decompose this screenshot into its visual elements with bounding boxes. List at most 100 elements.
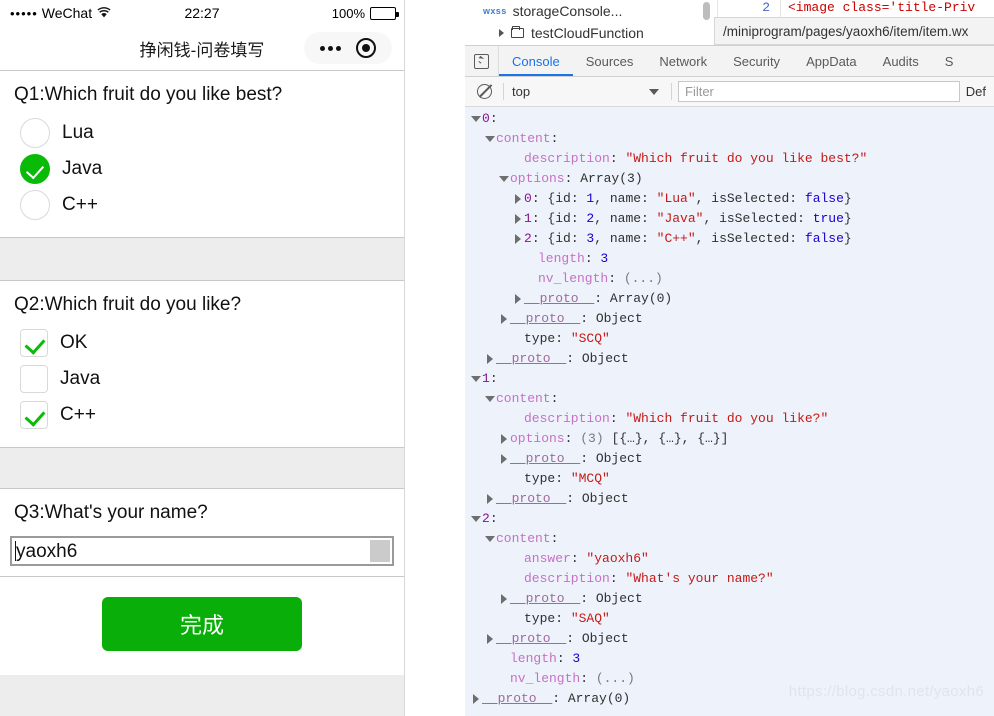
tab-network[interactable]: Network	[646, 46, 720, 76]
console-line[interactable]: type: "MCQ"	[465, 469, 994, 489]
option-row[interactable]: Lua	[20, 115, 404, 151]
answer-input-wrap: yaoxh6	[0, 532, 404, 567]
execution-context-select[interactable]: top	[510, 81, 665, 102]
tab-console[interactable]: Console	[499, 46, 573, 76]
disclosure-triangle-right-icon[interactable]	[485, 489, 496, 509]
checkbox-checked-icon[interactable]	[20, 328, 48, 357]
checkbox-checked-icon[interactable]	[20, 400, 48, 429]
tab-audits[interactable]: Audits	[870, 46, 932, 76]
console-line[interactable]: content:	[465, 529, 994, 549]
filter-input[interactable]	[678, 81, 960, 102]
console-line[interactable]: __proto__: Array(0)	[465, 689, 994, 709]
console-line[interactable]: type: "SCQ"	[465, 329, 994, 349]
console-line[interactable]: nv_length: (...)	[465, 269, 994, 289]
option-row[interactable]: Java	[20, 361, 404, 397]
target-circle-icon[interactable]	[355, 38, 376, 58]
tab-sources[interactable]: Sources	[573, 46, 647, 76]
checkbox-unchecked-icon[interactable]	[20, 364, 48, 393]
disclosure-triangle-right-icon[interactable]	[485, 629, 496, 649]
clear-console-button[interactable]	[471, 84, 497, 99]
disclosure-triangle-right-icon[interactable]	[513, 209, 524, 229]
disclosure-triangle-down-icon[interactable]	[499, 169, 510, 189]
console-line[interactable]: __proto__: Object	[465, 309, 994, 329]
console-line[interactable]: 0:	[465, 109, 994, 129]
disclosure-triangle-down-icon[interactable]	[471, 369, 482, 389]
answer-input[interactable]: yaoxh6	[10, 536, 394, 567]
disclosure-triangle-right-icon[interactable]	[513, 229, 524, 249]
option-row[interactable]: Java	[20, 151, 404, 187]
console-line[interactable]: description: "Which fruit do you like?"	[465, 409, 994, 429]
console-line[interactable]: options: Array(3)	[465, 169, 994, 189]
input-scroll-thumb[interactable]	[370, 540, 390, 563]
console-line[interactable]: nv_length: (...)	[465, 669, 994, 689]
console-line[interactable]: 2:	[465, 509, 994, 529]
disclosure-triangle-right-icon[interactable]	[513, 289, 524, 309]
console-line[interactable]: options: (3) [{…}, {…}, {…}]	[465, 429, 994, 449]
radio-unchecked-icon[interactable]	[20, 189, 50, 220]
console-line[interactable]: content:	[465, 389, 994, 409]
console-token: false	[804, 191, 844, 206]
console-output[interactable]: 0: content: description: "Which fruit do y…	[465, 107, 994, 716]
disclosure-triangle-right-icon[interactable]	[485, 349, 496, 369]
console-line[interactable]: length: 3	[465, 249, 994, 269]
console-line[interactable]: description: "What's your name?"	[465, 569, 994, 589]
tab-appdata[interactable]: AppData	[793, 46, 870, 76]
console-line[interactable]: 1: {id: 2, name: "Java", isSelected: tru…	[465, 209, 994, 229]
console-token: :	[489, 511, 498, 526]
console-line[interactable]: 0: {id: 1, name: "Lua", isSelected: fals…	[465, 189, 994, 209]
console-token: "Which fruit do you like?"	[625, 411, 829, 426]
toolbar-divider	[503, 83, 504, 100]
console-token: :	[564, 431, 581, 446]
console-line[interactable]: 2: {id: 3, name: "C++", isSelected: fals…	[465, 229, 994, 249]
disclosure-triangle-right-icon[interactable]	[499, 429, 510, 449]
radio-checked-icon[interactable]	[20, 153, 50, 184]
console-line[interactable]: answer: "yaoxh6"	[465, 549, 994, 569]
option-row[interactable]: C++	[20, 187, 404, 223]
chevron-right-icon[interactable]	[499, 29, 504, 37]
tab-security[interactable]: Security	[720, 46, 793, 76]
console-line[interactable]: type: "SAQ"	[465, 609, 994, 629]
console-token: length	[538, 251, 585, 266]
submit-button[interactable]: 完成	[102, 597, 302, 652]
file-tree-scrollbar[interactable]	[703, 2, 710, 20]
option-row[interactable]: OK	[20, 325, 404, 361]
console-token: length	[510, 651, 557, 666]
question-title: Q1:Which fruit do you like best?	[14, 84, 283, 105]
tab-storage-truncated[interactable]: S	[932, 46, 967, 76]
disclosure-triangle-right-icon[interactable]	[471, 689, 482, 709]
console-line[interactable]: length: 3	[465, 649, 994, 669]
console-token: description	[524, 411, 610, 426]
disclosure-triangle-right-icon[interactable]	[499, 309, 510, 329]
console-line[interactable]: 1:	[465, 369, 994, 389]
disclosure-triangle-down-icon[interactable]	[471, 109, 482, 129]
log-level-select[interactable]: Def	[966, 84, 988, 99]
disclosure-triangle-down-icon[interactable]	[485, 389, 496, 409]
console-line[interactable]: __proto__: Object	[465, 629, 994, 649]
console-line[interactable]: __proto__: Object	[465, 489, 994, 509]
option-row[interactable]: C++	[20, 397, 404, 433]
file-tree-item-testcloudfunction[interactable]: testCloudFunction	[465, 22, 714, 44]
console-line[interactable]: __proto__: Array(0)	[465, 289, 994, 309]
console-line[interactable]: __proto__: Object	[465, 349, 994, 369]
disclosure-triangle-down-icon[interactable]	[485, 529, 496, 549]
inspect-element-button[interactable]	[465, 46, 499, 76]
disclosure-triangle-right-icon[interactable]	[499, 449, 510, 469]
disclosure-triangle-down-icon[interactable]	[485, 129, 496, 149]
console-line[interactable]: __proto__: Object	[465, 449, 994, 469]
status-bar: ••••• WeChat 22:27 100%	[0, 0, 404, 26]
console-line[interactable]: description: "Which fruit do you like be…	[465, 149, 994, 169]
file-tree-item-storageconsole[interactable]: wxss storageConsole...	[465, 0, 714, 22]
console-toolbar: top Def	[465, 77, 994, 107]
battery-full-icon	[370, 6, 399, 20]
capsule-menu[interactable]	[304, 32, 392, 64]
console-token: 1	[586, 191, 595, 206]
console-line[interactable]: __proto__: Object	[465, 589, 994, 609]
more-dots-icon[interactable]	[320, 45, 342, 51]
console-token: :	[584, 251, 601, 266]
disclosure-triangle-down-icon[interactable]	[471, 509, 482, 529]
disclosure-triangle-right-icon[interactable]	[513, 189, 524, 209]
console-token: :	[609, 571, 626, 586]
console-line[interactable]: content:	[465, 129, 994, 149]
disclosure-triangle-right-icon[interactable]	[499, 589, 510, 609]
radio-unchecked-icon[interactable]	[20, 117, 50, 148]
